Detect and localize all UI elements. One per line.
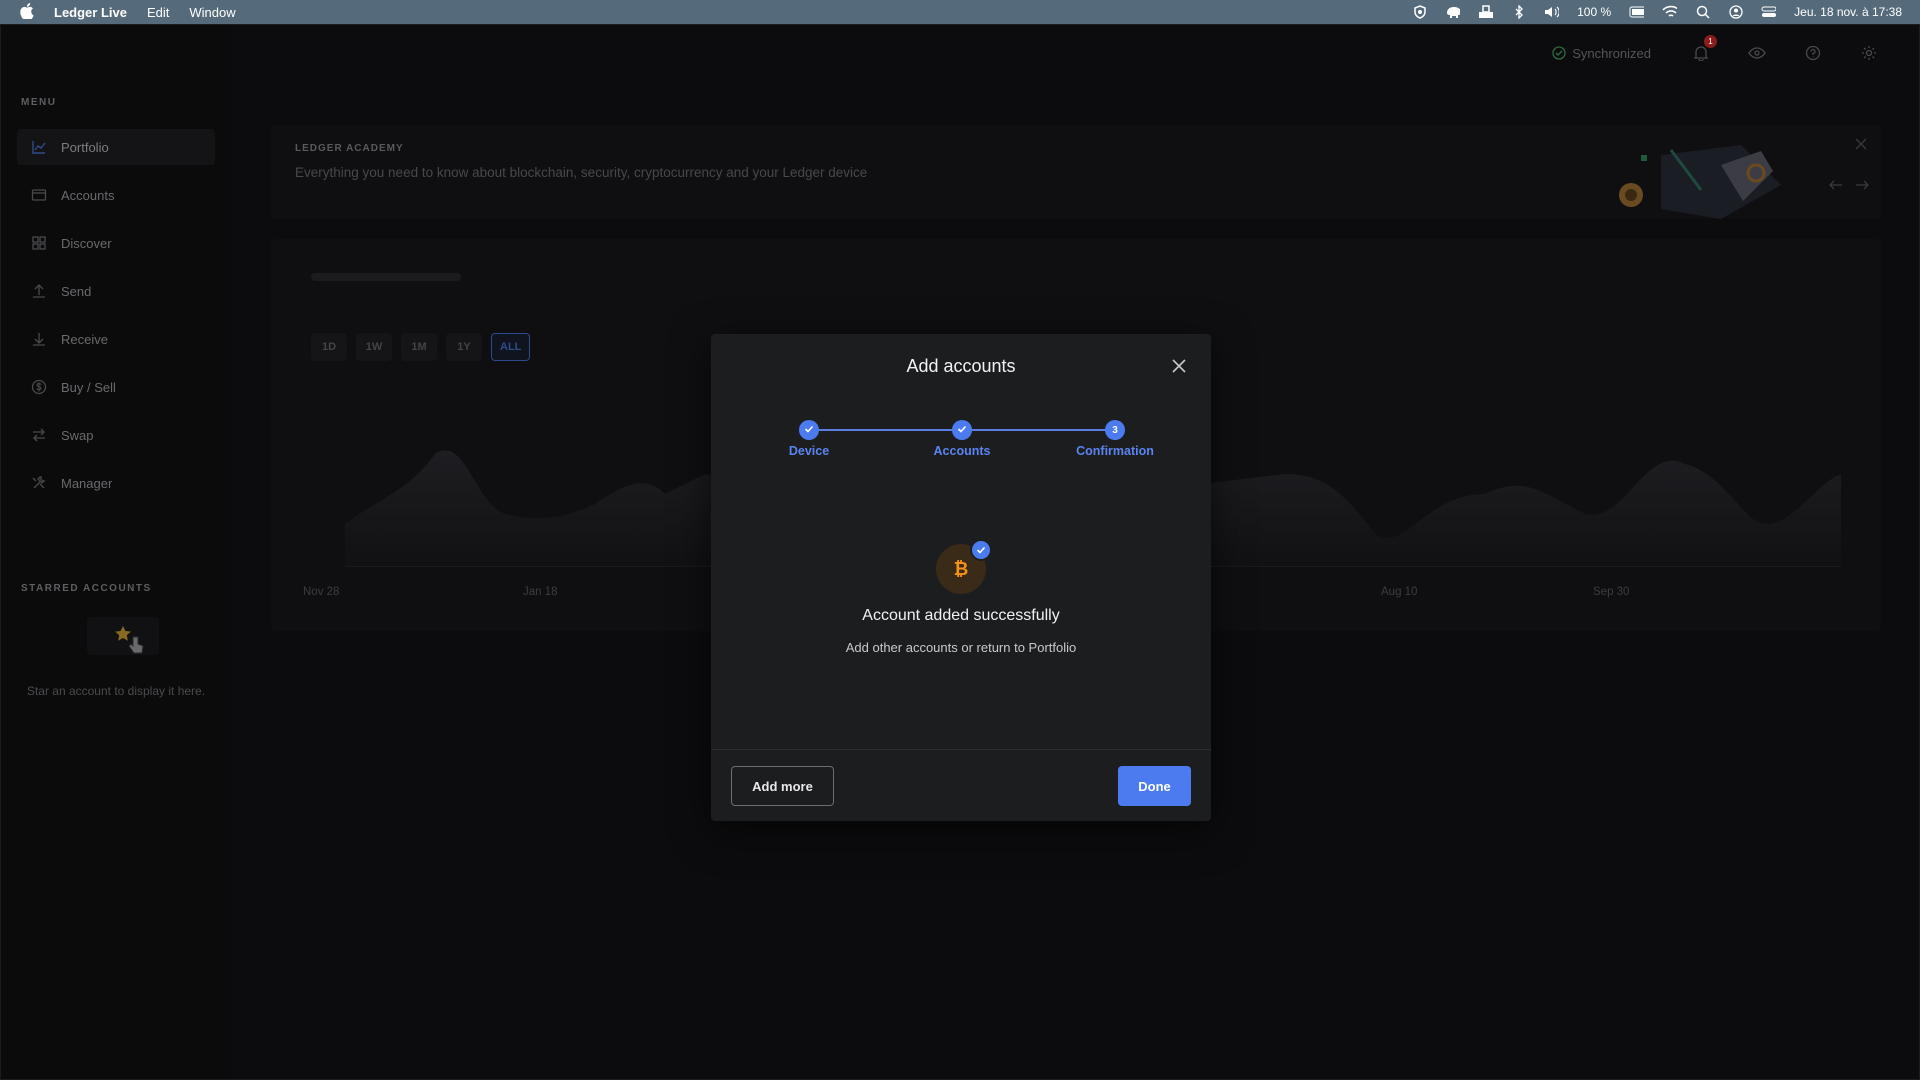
send-icon [31, 283, 47, 299]
bluetooth-icon[interactable] [1511, 5, 1526, 19]
cursor-hand-icon [127, 635, 145, 660]
sidebar-item-label: Receive [61, 331, 108, 347]
tools-icon [31, 475, 47, 491]
x-axis-label: Sep 30 [1593, 586, 1630, 598]
battery-percent[interactable]: 100 % [1577, 5, 1611, 19]
step-confirmation-label: Confirmation [1076, 444, 1154, 458]
apple-icon[interactable] [20, 2, 34, 22]
user-icon[interactable] [1728, 5, 1743, 19]
menubar-datetime[interactable]: Jeu. 18 nov. à 17:38 [1794, 5, 1902, 19]
menubar-edit[interactable]: Edit [147, 5, 169, 20]
range-1y-button[interactable]: 1Y [446, 333, 482, 361]
add-accounts-modal: Add accounts Device Accounts 3 Confirmat… [711, 334, 1211, 821]
sidebar-item-label: Manager [61, 475, 113, 491]
x-axis-label: Jan 18 [523, 586, 558, 598]
x-axis-label: Aug 10 [1381, 586, 1418, 598]
done-button[interactable]: Done [1118, 766, 1191, 806]
sync-status-label: Synchronized [1572, 45, 1651, 61]
chart-icon [31, 139, 47, 155]
sidebar-item-manager[interactable]: Manager [17, 465, 215, 501]
range-1d-button[interactable]: 1D [311, 333, 347, 361]
step-accounts-dot [952, 420, 972, 440]
macos-menubar: Ledger Live Edit Window 100 % Jeu. 18 no… [0, 0, 1920, 24]
sidebar-item-label: Swap [61, 427, 94, 443]
ledger-live-window: MENU Portfolio Accounts Discover Send Re… [0, 24, 1920, 1080]
balance-placeholder [311, 273, 461, 281]
sidebar-item-swap[interactable]: Swap [17, 417, 215, 453]
settings-gear-icon[interactable] [1859, 43, 1879, 63]
check-circle-icon [1552, 46, 1566, 60]
sidebar-item-label: Buy / Sell [61, 379, 116, 395]
menubar-app-name[interactable]: Ledger Live [54, 5, 127, 20]
control-center-icon[interactable] [1761, 6, 1777, 19]
success-check-icon [970, 539, 992, 561]
sidebar: MENU Portfolio Accounts Discover Send Re… [1, 25, 231, 1079]
banner-close-icon[interactable] [1855, 137, 1867, 155]
sidebar-item-send[interactable]: Send [17, 273, 215, 309]
sidebar-item-label: Discover [61, 235, 112, 251]
modal-title: Add accounts [906, 356, 1016, 376]
notification-badge: 1 [1704, 35, 1717, 48]
modal-footer-divider [711, 749, 1211, 750]
checkmark-icon [957, 424, 967, 437]
sidebar-item-receive[interactable]: Receive [17, 321, 215, 357]
success-subtitle: Add other accounts or return to Portfoli… [845, 640, 1077, 655]
academy-description: Everything you need to know about blockc… [295, 165, 868, 180]
starred-accounts-label: STARRED ACCOUNTS [21, 583, 152, 594]
success-title: Account added successfully [862, 607, 1060, 624]
receive-icon [31, 331, 47, 347]
step-device-label: Device [788, 444, 830, 458]
menu-section-label: MENU [21, 97, 57, 108]
grid-icon [31, 235, 47, 251]
range-all-button[interactable]: ALL [491, 333, 531, 361]
sidebar-item-buy-sell[interactable]: Buy / Sell [17, 369, 215, 405]
wifi-icon[interactable] [1662, 5, 1678, 19]
spotlight-search-icon[interactable] [1695, 5, 1710, 19]
wallet-icon [31, 187, 47, 203]
sidebar-item-discover[interactable]: Discover [17, 225, 215, 261]
academy-illustration [1601, 125, 1801, 219]
academy-banner[interactable]: LEDGER ACADEMY Everything you need to kn… [271, 125, 1881, 219]
range-1w-button[interactable]: 1W [356, 333, 392, 361]
eye-icon[interactable] [1747, 43, 1767, 63]
starred-placeholder [87, 617, 159, 655]
shield-status-icon[interactable] [1412, 5, 1427, 19]
add-more-button[interactable]: Add more [731, 766, 834, 806]
sidebar-item-label: Accounts [61, 187, 115, 203]
starred-empty-text: Star an account to display it here. [26, 684, 206, 698]
arrow-left-icon[interactable] [1829, 177, 1843, 195]
sidebar-item-label: Portfolio [61, 139, 109, 155]
range-1m-button[interactable]: 1M [401, 333, 437, 361]
stack-icon[interactable] [1478, 5, 1494, 19]
sync-status[interactable]: Synchronized [1552, 46, 1651, 61]
checkmark-icon [804, 424, 814, 437]
swap-icon [31, 427, 47, 443]
menubar-window[interactable]: Window [189, 5, 235, 20]
help-icon[interactable] [1803, 43, 1823, 63]
arrow-right-icon[interactable] [1855, 177, 1869, 195]
step-confirmation-dot: 3 [1105, 420, 1125, 440]
svg-text:₿: ₿ [954, 559, 969, 580]
sidebar-item-portfolio[interactable]: Portfolio [17, 129, 215, 165]
notification-bell-icon[interactable]: 1 [1691, 35, 1717, 63]
elephant-icon[interactable] [1445, 6, 1461, 19]
step-device-dot [799, 420, 819, 440]
dollar-icon [31, 379, 47, 395]
battery-icon[interactable] [1629, 6, 1645, 19]
x-axis-label: Nov 28 [303, 586, 340, 598]
step-accounts-label: Accounts [933, 444, 991, 458]
sidebar-item-label: Send [61, 283, 92, 299]
volume-icon[interactable] [1544, 6, 1560, 19]
academy-title: LEDGER ACADEMY [295, 143, 404, 154]
sidebar-item-accounts[interactable]: Accounts [17, 177, 215, 213]
modal-close-icon[interactable] [1171, 358, 1187, 374]
topbar: Synchronized 1 [1552, 35, 1879, 63]
